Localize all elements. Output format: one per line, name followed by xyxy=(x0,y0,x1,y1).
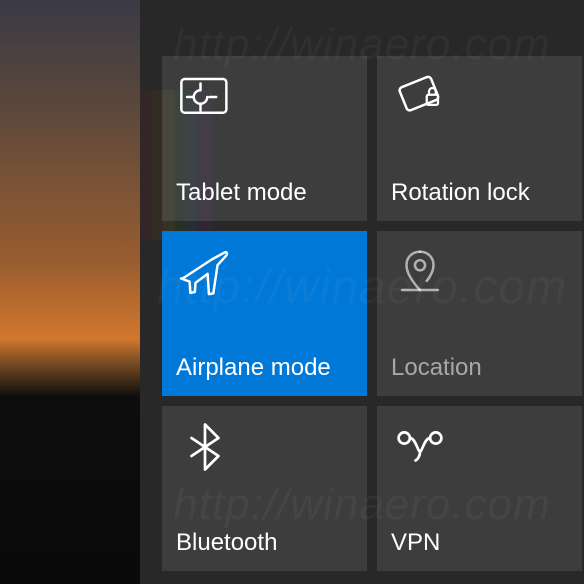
action-center-panel: http://winaero.com http://winaero.com ht… xyxy=(140,0,584,584)
tile-label: Airplane mode xyxy=(176,354,357,382)
tile-bluetooth[interactable]: Bluetooth xyxy=(162,406,367,571)
tile-label: Bluetooth xyxy=(176,529,357,557)
screenshot-root: http://winaero.com http://winaero.com ht… xyxy=(0,0,584,584)
tile-rotation-lock[interactable]: Rotation lock xyxy=(377,56,582,221)
tile-label: Rotation lock xyxy=(391,179,572,207)
tile-vpn[interactable]: VPN xyxy=(377,406,582,571)
vpn-icon xyxy=(393,420,447,474)
airplane-mode-icon xyxy=(178,245,232,299)
location-icon xyxy=(393,245,447,299)
tablet-mode-icon xyxy=(178,70,232,124)
tile-airplane-mode[interactable]: Airplane mode xyxy=(162,231,367,396)
quick-action-tiles: Tablet mode Rotation lock xyxy=(162,56,584,571)
tile-location[interactable]: Location xyxy=(377,231,582,396)
tile-label: VPN xyxy=(391,529,572,557)
tile-label: Location xyxy=(391,354,572,382)
tile-tablet-mode[interactable]: Tablet mode xyxy=(162,56,367,221)
rotation-lock-icon xyxy=(393,70,447,124)
bluetooth-icon xyxy=(178,420,232,474)
desktop-wallpaper xyxy=(0,0,140,584)
tile-label: Tablet mode xyxy=(176,179,357,207)
